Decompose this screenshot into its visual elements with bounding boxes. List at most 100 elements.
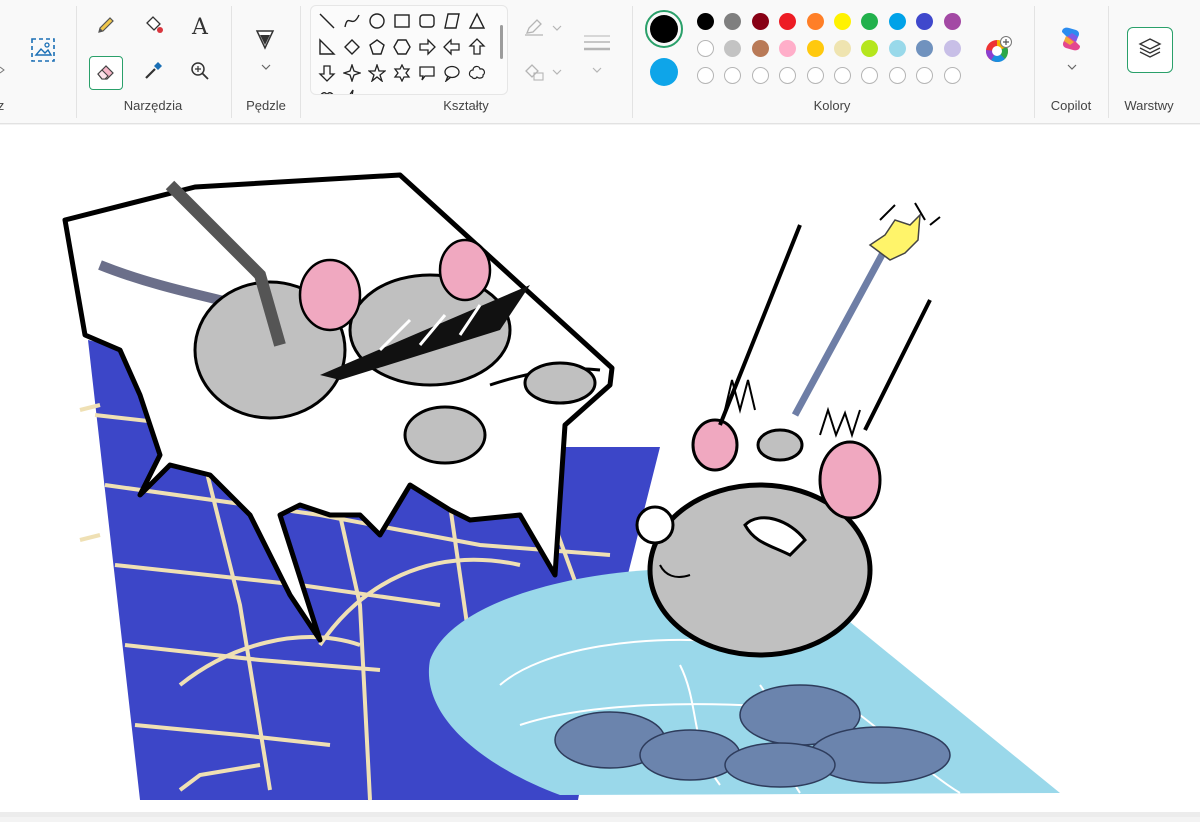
custom-color-slot[interactable] <box>697 67 714 84</box>
pentagon-shape-icon[interactable] <box>367 37 387 57</box>
color-wheel-icon <box>983 35 1013 70</box>
palette-swatch[interactable] <box>834 40 851 57</box>
shapes-scrollbar[interactable] <box>500 25 503 59</box>
diamond-shape-icon[interactable] <box>342 37 362 57</box>
heart-shape-icon[interactable] <box>317 88 337 94</box>
palette-swatch[interactable] <box>697 13 714 30</box>
rounded-rectangle-shape-icon[interactable] <box>417 11 437 31</box>
palette-swatch[interactable] <box>779 40 797 57</box>
custom-color-slot[interactable] <box>751 67 769 84</box>
cloud-callout-shape-icon[interactable] <box>467 63 487 83</box>
four-point-star-shape-icon[interactable] <box>342 63 362 83</box>
custom-color-slot[interactable] <box>806 67 824 84</box>
copilot-dropdown-chevron-icon[interactable] <box>1066 62 1078 72</box>
palette-swatch[interactable] <box>806 40 824 57</box>
group-label-colors: Kolory <box>813 98 851 113</box>
up-arrow-shape-icon[interactable] <box>467 37 487 57</box>
separator <box>300 6 301 118</box>
palette-swatch[interactable] <box>806 13 824 30</box>
fill-tool-button[interactable] <box>136 10 170 44</box>
select-image-icon[interactable] <box>28 35 58 65</box>
oval-callout-shape-icon[interactable] <box>442 63 462 83</box>
custom-color-slot[interactable] <box>916 67 934 84</box>
edit-colors-button[interactable] <box>982 35 1014 70</box>
primary-color-swatch <box>650 15 678 43</box>
group-label-copilot: Copilot <box>1050 98 1092 113</box>
palette-swatch[interactable] <box>724 13 742 30</box>
brushes-button[interactable] <box>248 24 282 58</box>
copilot-button[interactable] <box>1054 24 1088 58</box>
eraser-tool-button[interactable] <box>89 56 123 90</box>
rat-in-water <box>635 224 932 658</box>
custom-color-slot[interactable] <box>834 67 851 84</box>
ribbon-toolbar: z A Narzędzia Pędzle Kształty Kolory Cop… <box>0 0 1200 124</box>
right-triangle-shape-icon[interactable] <box>317 37 337 57</box>
palette-swatch[interactable] <box>697 40 714 57</box>
group-label-layers: Warstwy <box>1124 98 1174 113</box>
palette-swatch[interactable] <box>943 13 961 30</box>
custom-color-slot[interactable] <box>779 67 797 84</box>
outline-button[interactable] <box>520 16 566 40</box>
palette-swatch[interactable] <box>751 40 769 57</box>
brush-icon <box>253 26 277 57</box>
drawing-canvas[interactable] <box>0 125 1200 817</box>
palette-swatch[interactable] <box>888 40 906 57</box>
palette-swatch[interactable] <box>751 13 769 30</box>
primary-color-button[interactable] <box>645 10 683 48</box>
custom-color-slot[interactable] <box>724 67 742 84</box>
separator <box>1034 6 1035 118</box>
hexagon-shape-icon[interactable] <box>392 37 412 57</box>
shapes-gallery <box>310 5 508 95</box>
triangle-shape-icon[interactable] <box>467 11 487 31</box>
fill-style-button[interactable] <box>520 60 566 84</box>
fuse-spark <box>868 213 921 261</box>
copilot-icon <box>1056 24 1086 59</box>
palette-swatch[interactable] <box>724 40 742 57</box>
palette-swatch[interactable] <box>943 40 961 57</box>
separator <box>632 6 633 118</box>
layers-button[interactable] <box>1127 27 1173 73</box>
line-shape-icon[interactable] <box>317 11 337 31</box>
left-arrow-shape-icon[interactable] <box>442 37 462 57</box>
down-arrow-shape-icon[interactable] <box>317 63 337 83</box>
palette-swatch[interactable] <box>888 13 906 30</box>
lightning-shape-icon[interactable] <box>342 88 362 94</box>
eraser-icon <box>95 60 117 87</box>
rect-callout-shape-icon[interactable] <box>417 63 437 83</box>
separator <box>76 6 77 118</box>
separator <box>1108 6 1109 118</box>
group-label-tools: Narzędzia <box>123 98 183 113</box>
six-point-star-shape-icon[interactable] <box>392 63 412 83</box>
palette-swatch[interactable] <box>861 40 879 57</box>
custom-color-slot[interactable] <box>943 67 961 84</box>
custom-color-slot[interactable] <box>888 67 906 84</box>
magnifier-tool-button[interactable] <box>183 56 217 90</box>
fill-icon <box>142 14 164 41</box>
group-label-image: z <box>0 98 5 113</box>
line-size-button[interactable] <box>578 26 616 78</box>
palette-swatch[interactable] <box>861 13 879 30</box>
separator <box>231 6 232 118</box>
pencil-icon <box>95 14 117 41</box>
palette-swatch[interactable] <box>779 13 797 30</box>
rectangle-shape-icon[interactable] <box>392 11 412 31</box>
palette-swatch[interactable] <box>834 13 851 30</box>
curve-shape-icon[interactable] <box>342 11 362 31</box>
pencil-tool-button[interactable] <box>89 10 123 44</box>
color-picker-tool-button[interactable] <box>136 56 170 90</box>
palette-swatch[interactable] <box>916 40 934 57</box>
right-arrow-shape-icon[interactable] <box>417 37 437 57</box>
oval-shape-icon[interactable] <box>367 11 387 31</box>
polygon-shape-icon[interactable] <box>442 11 462 31</box>
layers-icon <box>1137 35 1163 66</box>
palette-swatch[interactable] <box>916 13 934 30</box>
secondary-color-button[interactable] <box>650 58 678 86</box>
magnifier-icon <box>189 60 211 87</box>
small-chevron-icon <box>0 65 6 75</box>
text-tool-button[interactable]: A <box>183 10 217 44</box>
text-icon: A <box>192 14 208 40</box>
five-point-star-shape-icon[interactable] <box>367 63 387 83</box>
status-strip <box>0 812 1200 817</box>
custom-color-slot[interactable] <box>861 67 879 84</box>
brushes-dropdown-chevron-icon[interactable] <box>260 62 272 72</box>
